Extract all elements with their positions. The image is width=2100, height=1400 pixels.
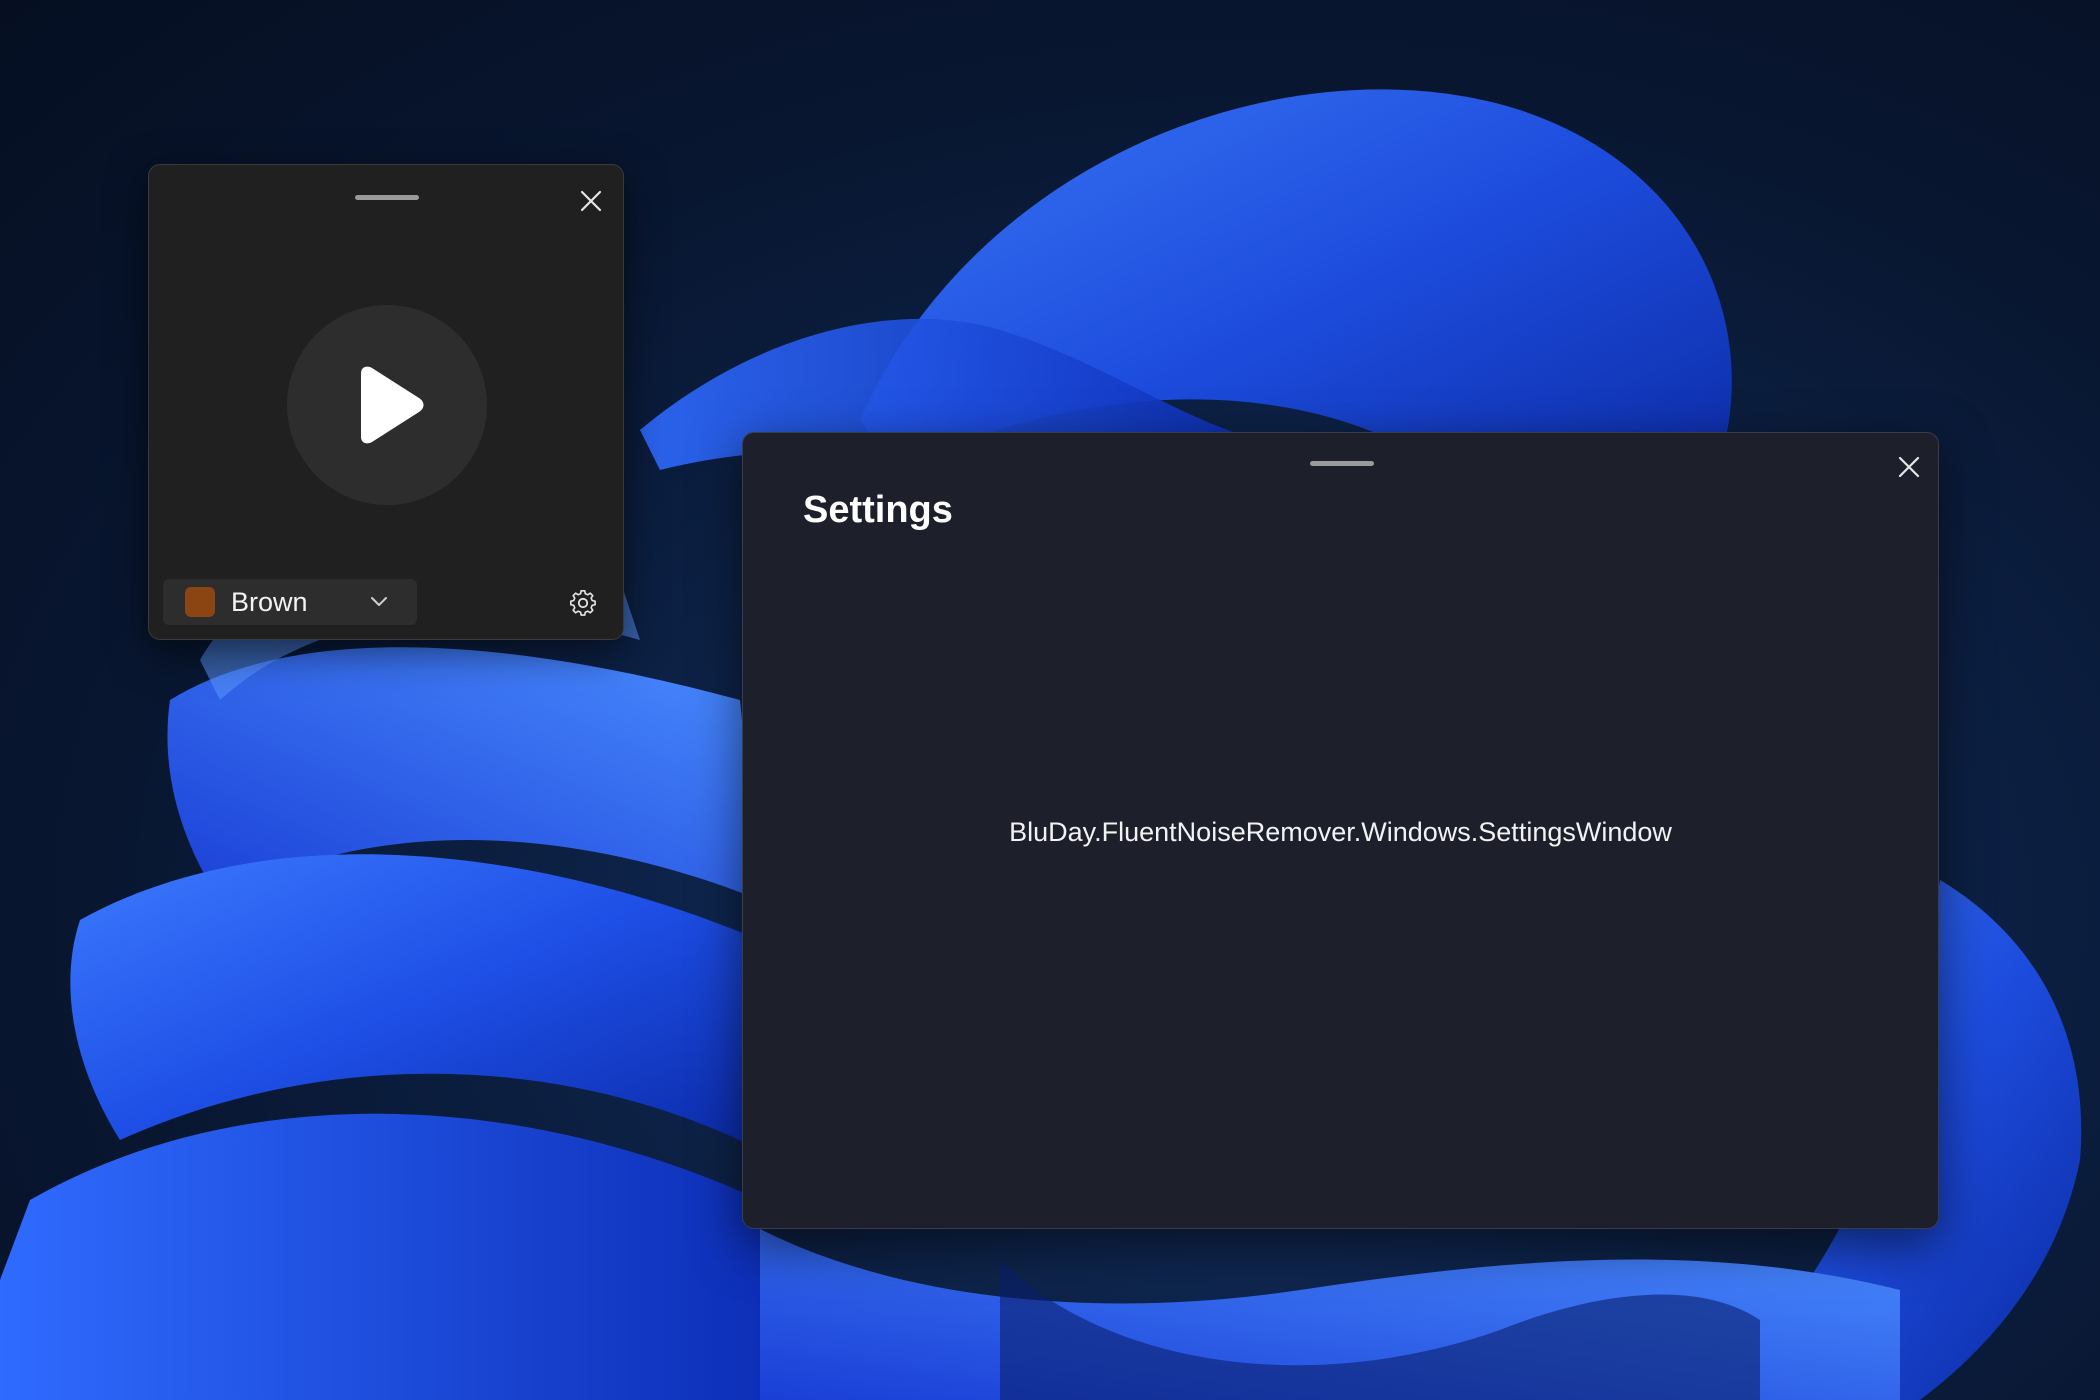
- noise-color-swatch: [185, 587, 215, 617]
- settings-placeholder-text: BluDay.FluentNoiseRemover.Windows.Settin…: [1009, 817, 1672, 847]
- settings-title: Settings: [803, 489, 953, 531]
- noise-player-window: Brown: [148, 164, 624, 640]
- player-close-button[interactable]: [571, 181, 611, 221]
- chevron-down-icon: [369, 592, 389, 612]
- noise-type-dropdown[interactable]: Brown: [163, 579, 417, 625]
- settings-button[interactable]: [563, 583, 603, 623]
- noise-type-label: Brown: [231, 586, 308, 617]
- gear-icon: [569, 589, 596, 616]
- player-drag-handle[interactable]: [355, 195, 419, 200]
- settings-drag-handle[interactable]: [1310, 461, 1374, 466]
- play-icon: [361, 366, 424, 444]
- close-icon: [580, 190, 602, 212]
- settings-window: Settings BluDay.FluentNoiseRemover.Windo…: [742, 432, 1939, 1229]
- play-button[interactable]: [287, 305, 487, 505]
- close-icon: [1898, 456, 1920, 478]
- settings-close-button[interactable]: [1889, 447, 1929, 487]
